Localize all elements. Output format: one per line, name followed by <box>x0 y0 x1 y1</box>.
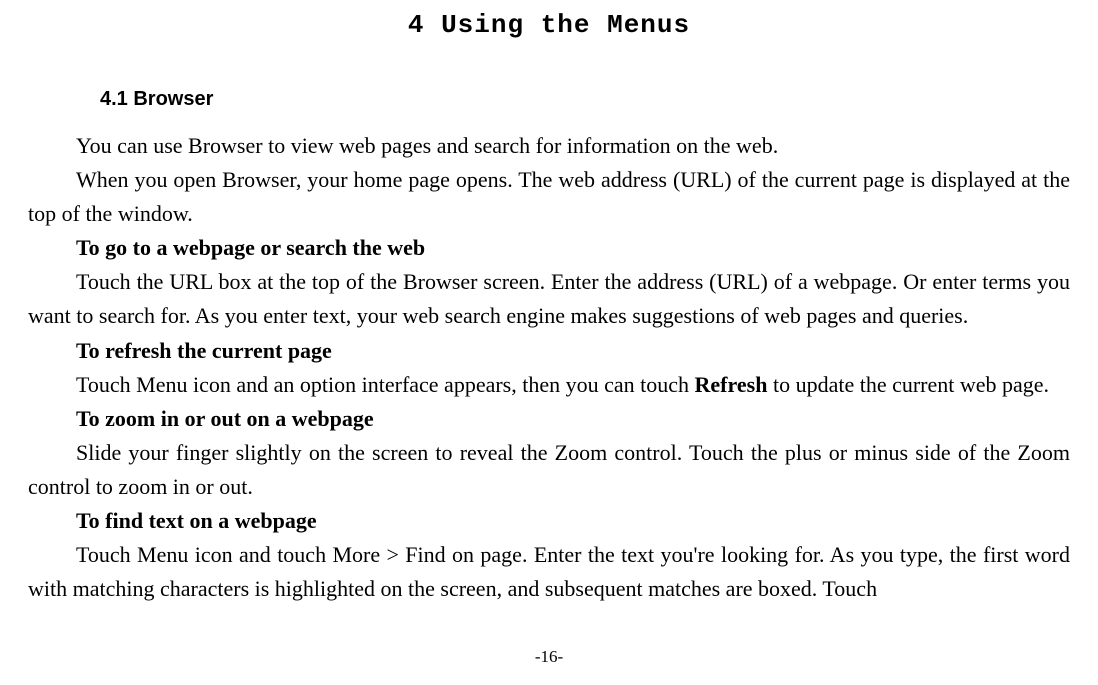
paragraph-intro-2: When you open Browser, your home page op… <box>28 163 1070 231</box>
paragraph-intro-1: You can use Browser to view web pages an… <box>28 129 1070 163</box>
section-title: 4.1 Browser <box>100 88 1070 111</box>
paragraph-find-text: Touch Menu icon and touch More > Find on… <box>28 538 1070 606</box>
paragraph-zoom: Slide your finger slightly on the screen… <box>28 436 1070 504</box>
page-number: -16- <box>0 647 1098 667</box>
document-page: 4 Using the Menus 4.1 Browser You can us… <box>0 0 1098 606</box>
paragraph-refresh-before: Touch Menu icon and an option interface … <box>76 372 695 397</box>
subheading-refresh: To refresh the current page <box>28 334 1070 368</box>
paragraph-refresh-bold: Refresh <box>695 372 768 397</box>
chapter-title: 4 Using the Menus <box>28 10 1070 40</box>
subheading-find-text: To find text on a webpage <box>28 504 1070 538</box>
subheading-zoom: To zoom in or out on a webpage <box>28 402 1070 436</box>
paragraph-refresh-after: to update the current web page. <box>767 372 1049 397</box>
paragraph-goto-webpage: Touch the URL box at the top of the Brow… <box>28 265 1070 333</box>
subheading-goto-webpage: To go to a webpage or search the web <box>28 231 1070 265</box>
paragraph-refresh: Touch Menu icon and an option interface … <box>28 368 1070 402</box>
body-content: You can use Browser to view web pages an… <box>28 129 1070 606</box>
